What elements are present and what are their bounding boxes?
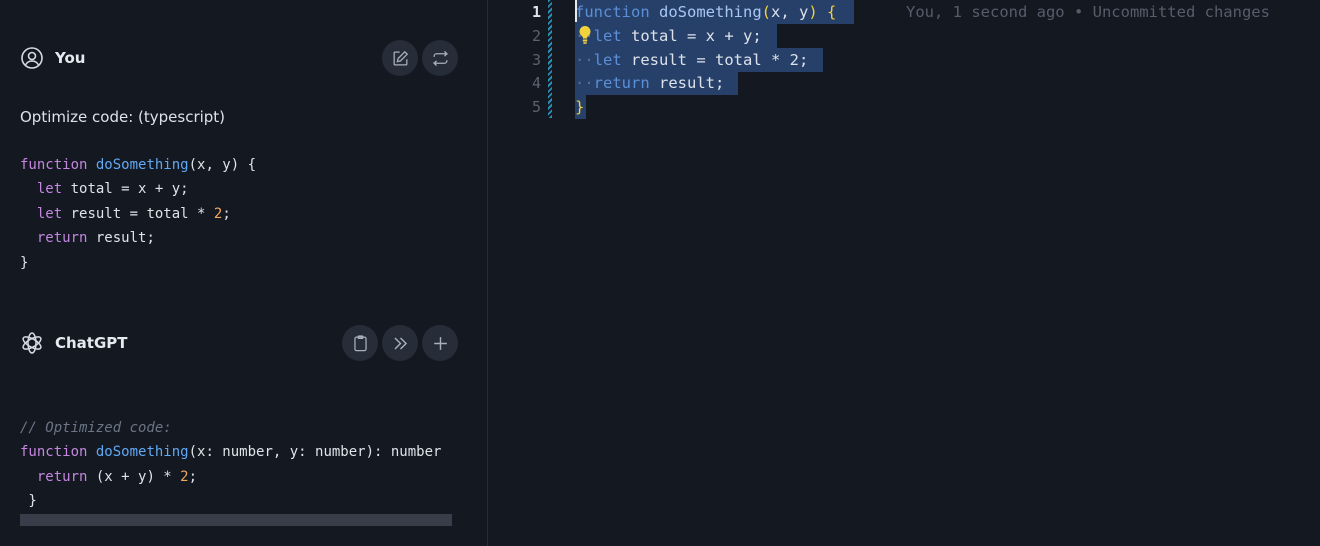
git-blame-annotation: You, 1 second ago • Uncommitted changes (906, 3, 1270, 21)
clipboard-icon (353, 334, 367, 351)
assistant-code-block: // Optimized code: function doSomething(… (20, 416, 441, 514)
code-line: let result = total * 2; (36, 205, 231, 222)
editor-line: ··return result; (575, 74, 725, 92)
line-number: 5 (531, 98, 541, 116)
code-horizontal-scrollbar[interactable] (20, 514, 452, 526)
code-line: } (20, 254, 29, 271)
double-chevron-right-icon (393, 336, 407, 350)
assistant-message-header: ChatGPT (20, 331, 128, 355)
code-line: function doSomething(x, y) { (20, 157, 257, 173)
editor-line: function doSomething(x, y) { (575, 3, 837, 21)
line-number: 4 (531, 74, 541, 92)
git-change-indicator[interactable] (548, 0, 552, 118)
insert-code-button[interactable] (382, 325, 418, 361)
line-number: 3 (531, 51, 541, 69)
chat-panel: You Optimize code: (typescript) function… (0, 0, 488, 546)
line-number: 2 (531, 27, 541, 45)
code-line: function doSomething(x: number, y: numbe… (20, 444, 442, 461)
code-line: // Optimized code: (20, 420, 172, 436)
code-line: let total = x + y; (36, 181, 189, 198)
plus-icon (433, 336, 447, 350)
assistant-author-name: ChatGPT (55, 334, 128, 352)
regenerate-button[interactable] (422, 40, 458, 76)
code-line: } (20, 493, 37, 510)
user-author-name: You (55, 49, 86, 67)
lightbulb-icon[interactable] (578, 25, 592, 45)
copy-code-button[interactable] (342, 325, 378, 361)
user-message-actions (382, 40, 458, 76)
code-editor[interactable]: 1 2 3 4 5 function doSomething(x, y) { ·… (489, 0, 1320, 546)
new-file-button[interactable] (422, 325, 458, 361)
editor-line: ··let total = x + y; (575, 27, 762, 45)
code-line: return result; (36, 230, 155, 247)
user-code-block: function doSomething(x, y) { let total =… (20, 153, 256, 275)
code-line: return (x + y) * 2; (36, 468, 198, 485)
user-prompt-text: Optimize code: (typescript) (20, 108, 226, 126)
editor-line: ··let result = total * 2; (575, 51, 809, 69)
repeat-arrows-icon (432, 50, 448, 66)
pencil-square-icon (393, 50, 408, 65)
openai-logo-icon (22, 332, 42, 354)
user-circle-icon (21, 47, 43, 69)
user-message-header: You (20, 46, 85, 70)
edit-message-button[interactable] (382, 40, 418, 76)
line-number: 1 (531, 3, 541, 21)
text-cursor (575, 0, 577, 22)
assistant-message-actions (342, 325, 458, 361)
editor-line: } (575, 98, 585, 116)
